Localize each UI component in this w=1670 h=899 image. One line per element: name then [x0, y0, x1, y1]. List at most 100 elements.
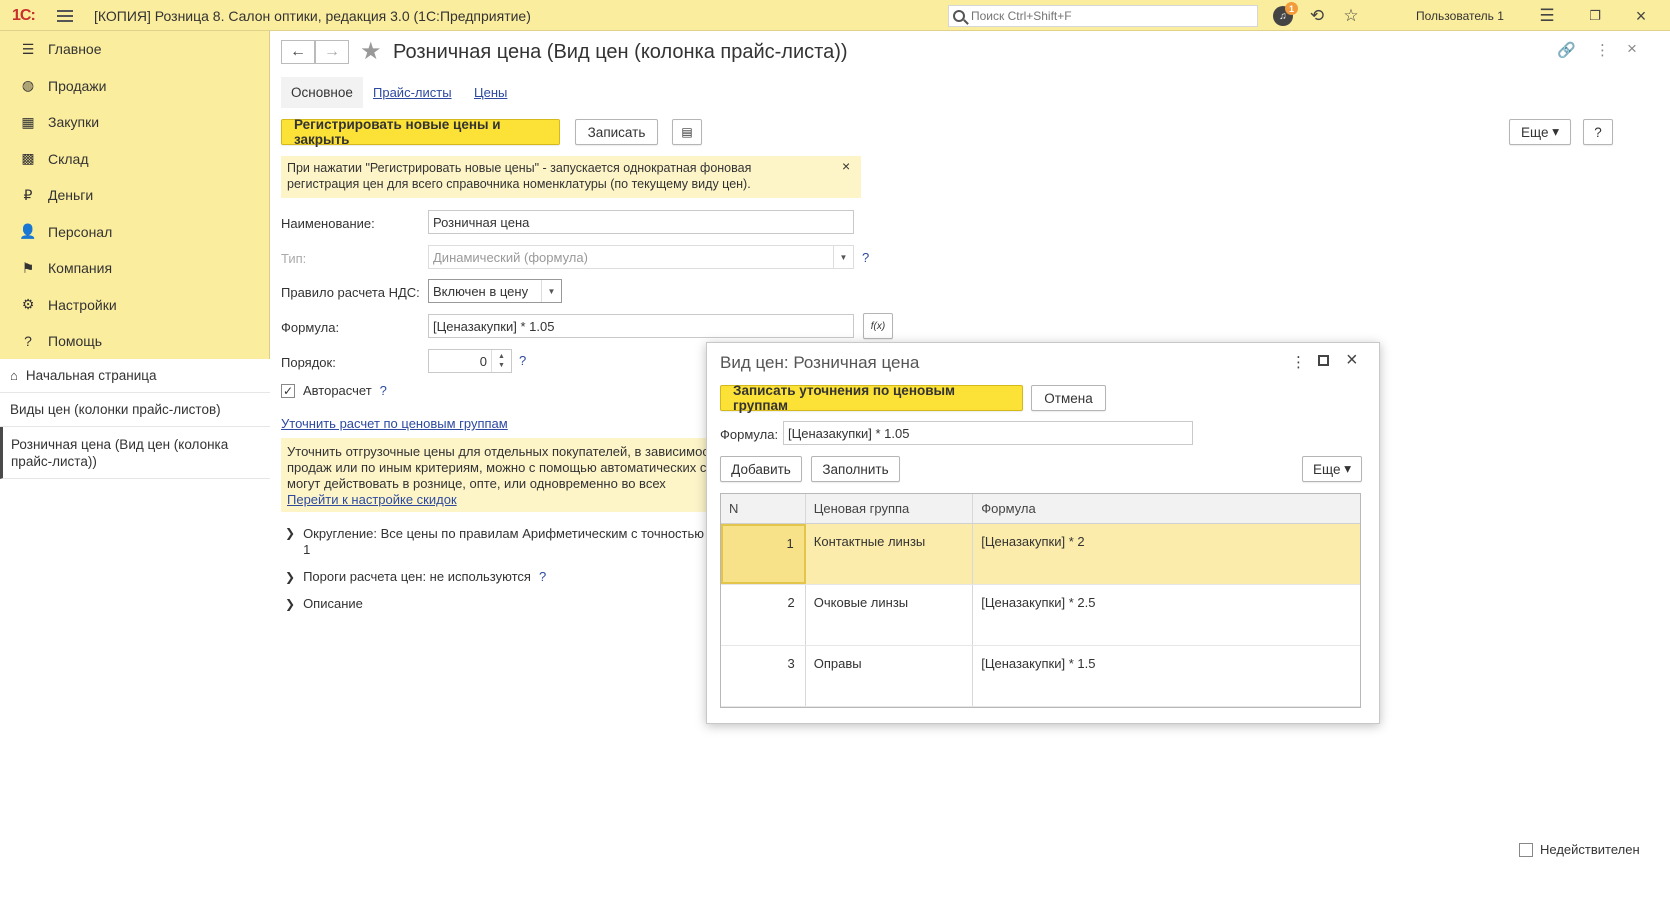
- stepper-arrows-icon[interactable]: ▲ ▼: [491, 350, 511, 372]
- type-label: Тип:: [281, 251, 307, 266]
- description-text: Описание: [303, 596, 363, 611]
- sidebar-item[interactable]: 👤 Персонал: [0, 214, 269, 251]
- shipping-info-text: Уточнить отгрузочные цены для отдельных …: [287, 444, 715, 491]
- more-label: Еще: [1521, 124, 1549, 140]
- current-user[interactable]: Пользователь 1: [1416, 0, 1504, 31]
- help-button[interactable]: ?: [1583, 119, 1613, 145]
- sidebar-item[interactable]: ? Помощь: [0, 323, 269, 360]
- inactive-checkbox-row[interactable]: Недействителен: [1519, 842, 1640, 857]
- refine-by-groups-link[interactable]: Уточнить расчет по ценовым группам: [281, 416, 508, 431]
- column-header-formula[interactable]: Формула: [973, 494, 1360, 523]
- save-button[interactable]: Записать: [575, 119, 658, 145]
- sidebar-item[interactable]: ◍ Продажи: [0, 68, 269, 105]
- formula-field[interactable]: [Ценазакупки] * 1.05: [428, 314, 854, 338]
- cell-group[interactable]: Очковые линзы: [806, 585, 974, 645]
- cell-formula[interactable]: [Ценазакупки] * 2.5: [973, 585, 1360, 645]
- price-groups-table: N Ценовая группа Формула 1 Контактные лин…: [720, 493, 1361, 708]
- notifications-icon[interactable]: ♫ 1: [1272, 2, 1298, 27]
- dialog-title: Вид цен: Розничная цена: [720, 353, 920, 372]
- register-prices-button[interactable]: Регистрировать новые цены и закрыть: [281, 117, 560, 147]
- dialog-formula-label: Формула:: [720, 427, 779, 442]
- cell-group[interactable]: Контактные линзы: [806, 524, 974, 584]
- chevron-down-icon: ▼: [833, 246, 853, 268]
- column-header-group[interactable]: Ценовая группа: [806, 494, 974, 523]
- open-item-retail-price[interactable]: Розничная цена (Вид цен (колонка прайс-л…: [0, 427, 270, 479]
- type-value: Динамический (формула): [433, 249, 588, 265]
- open-item-home[interactable]: ⌂ Начальная страница: [0, 359, 270, 393]
- description-section[interactable]: ❯ Описание: [285, 596, 363, 611]
- autocalc-help-icon[interactable]: ?: [380, 383, 387, 398]
- cell-formula[interactable]: [Ценазакупки] * 2: [973, 524, 1360, 584]
- formula-editor-icon[interactable]: f(x): [863, 313, 893, 339]
- autocalc-label: Авторасчет: [303, 383, 372, 398]
- cell-n[interactable]: 1: [721, 524, 806, 584]
- dialog-more-label: Еще: [1313, 461, 1341, 477]
- search-input[interactable]: [971, 9, 1251, 23]
- info-message: При нажатии "Регистрировать новые цены" …: [281, 156, 861, 198]
- app-logo: 1С:: [12, 6, 36, 24]
- link-icon[interactable]: 🔗: [1557, 41, 1576, 59]
- cell-n[interactable]: 3: [721, 646, 806, 706]
- dialog-formula-field[interactable]: [Ценазакупки] * 1.05: [783, 421, 1193, 445]
- table-row[interactable]: 2 Очковые линзы [Ценазакупки] * 2.5: [721, 585, 1360, 646]
- order-stepper[interactable]: 0 ▲ ▼: [428, 349, 512, 373]
- cell-formula[interactable]: [Ценазакупки] * 1.5: [973, 646, 1360, 706]
- open-item-label: Розничная цена (Вид цен (колонка прайс-л…: [11, 437, 229, 469]
- sidebar-item[interactable]: ⚑ Компания: [0, 250, 269, 287]
- cell-group[interactable]: Оправы: [806, 646, 974, 706]
- inactive-checkbox[interactable]: [1519, 842, 1533, 857]
- report-icon[interactable]: ▤: [672, 119, 702, 145]
- discount-settings-link[interactable]: Перейти к настройке скидок: [287, 492, 715, 508]
- favorite-star-icon[interactable]: ★: [360, 37, 382, 66]
- dialog-more-options-icon[interactable]: ⋮: [1291, 353, 1306, 371]
- autocalc-checkbox[interactable]: ✓: [281, 383, 295, 398]
- more-button[interactable]: Еще ▾: [1509, 119, 1571, 145]
- chevron-right-icon: ❯: [285, 526, 296, 540]
- back-button[interactable]: ←: [281, 40, 315, 64]
- sidebar-item[interactable]: ⚙ Настройки: [0, 287, 269, 324]
- more-options-icon[interactable]: ⋮: [1595, 41, 1610, 59]
- sidebar-item[interactable]: ▩ Склад: [0, 141, 269, 178]
- order-help-icon[interactable]: ?: [519, 353, 526, 368]
- history-icon[interactable]: ⟲: [1306, 5, 1328, 27]
- sidebar-item[interactable]: ▦ Закупки: [0, 104, 269, 141]
- open-item-price-types[interactable]: Виды цен (колонки прайс-листов): [0, 393, 270, 427]
- column-header-n[interactable]: N: [721, 494, 806, 523]
- title-bar: 1С: [КОПИЯ] Розница 8. Салон оптики, ред…: [0, 0, 1670, 31]
- name-field[interactable]: Розничная цена: [428, 210, 854, 234]
- save-groups-button[interactable]: Записать уточнения по ценовым группам: [720, 383, 1023, 413]
- settings-menu-icon[interactable]: ☰: [1536, 5, 1558, 27]
- dialog-close-icon[interactable]: ×: [1346, 349, 1358, 372]
- rounding-section[interactable]: ❯ Округление: Все цены по правилам Арифм…: [285, 526, 705, 558]
- thresholds-help-icon[interactable]: ?: [539, 569, 546, 584]
- forward-button[interactable]: →: [315, 40, 349, 64]
- cancel-button[interactable]: Отмена: [1031, 385, 1106, 411]
- cell-n[interactable]: 2: [721, 585, 806, 645]
- tab-price-lists[interactable]: Прайс-листы: [373, 85, 452, 100]
- table-row[interactable]: 3 Оправы [Ценазакупки] * 1.5: [721, 646, 1360, 707]
- main-menu-icon[interactable]: [56, 0, 74, 31]
- fill-button[interactable]: Заполнить: [811, 456, 900, 482]
- info-close-icon[interactable]: ×: [842, 158, 850, 174]
- window-close-icon[interactable]: ×: [1630, 5, 1652, 27]
- dialog-maximize-icon[interactable]: [1318, 355, 1329, 366]
- autocalc-checkbox-row[interactable]: ✓ Авторасчет ?: [281, 383, 387, 398]
- sidebar-item[interactable]: ₽ Деньги: [0, 177, 269, 214]
- table-row[interactable]: 1 Контактные линзы [Ценазакупки] * 2: [721, 524, 1360, 585]
- vat-select[interactable]: Включен в цену ▼: [428, 279, 562, 303]
- window-restore-icon[interactable]: ❐: [1584, 5, 1606, 27]
- form-close-icon[interactable]: ×: [1627, 39, 1637, 59]
- favorites-icon[interactable]: ☆: [1340, 5, 1362, 27]
- thresholds-section[interactable]: ❯ Пороги расчета цен: не используются ?: [285, 569, 546, 584]
- section-nav: ☰ Главное ◍ Продажи ▦ Закупки ▩ Склад ₽ Деньги 👤 Пе…: [0, 31, 269, 360]
- sidebar-item[interactable]: ☰ Главное: [0, 31, 269, 68]
- chevron-down-icon[interactable]: ▼: [541, 280, 561, 302]
- tab-prices[interactable]: Цены: [474, 85, 507, 100]
- dialog-more-button[interactable]: Еще ▾: [1302, 456, 1362, 482]
- global-search[interactable]: [948, 5, 1258, 27]
- add-row-button[interactable]: Добавить: [720, 456, 802, 482]
- sidebar-item-icon: 👤: [19, 223, 37, 240]
- tab-main[interactable]: Основное: [281, 77, 363, 108]
- sidebar-item-label: Продажи: [48, 77, 107, 94]
- type-help-icon[interactable]: ?: [862, 250, 869, 265]
